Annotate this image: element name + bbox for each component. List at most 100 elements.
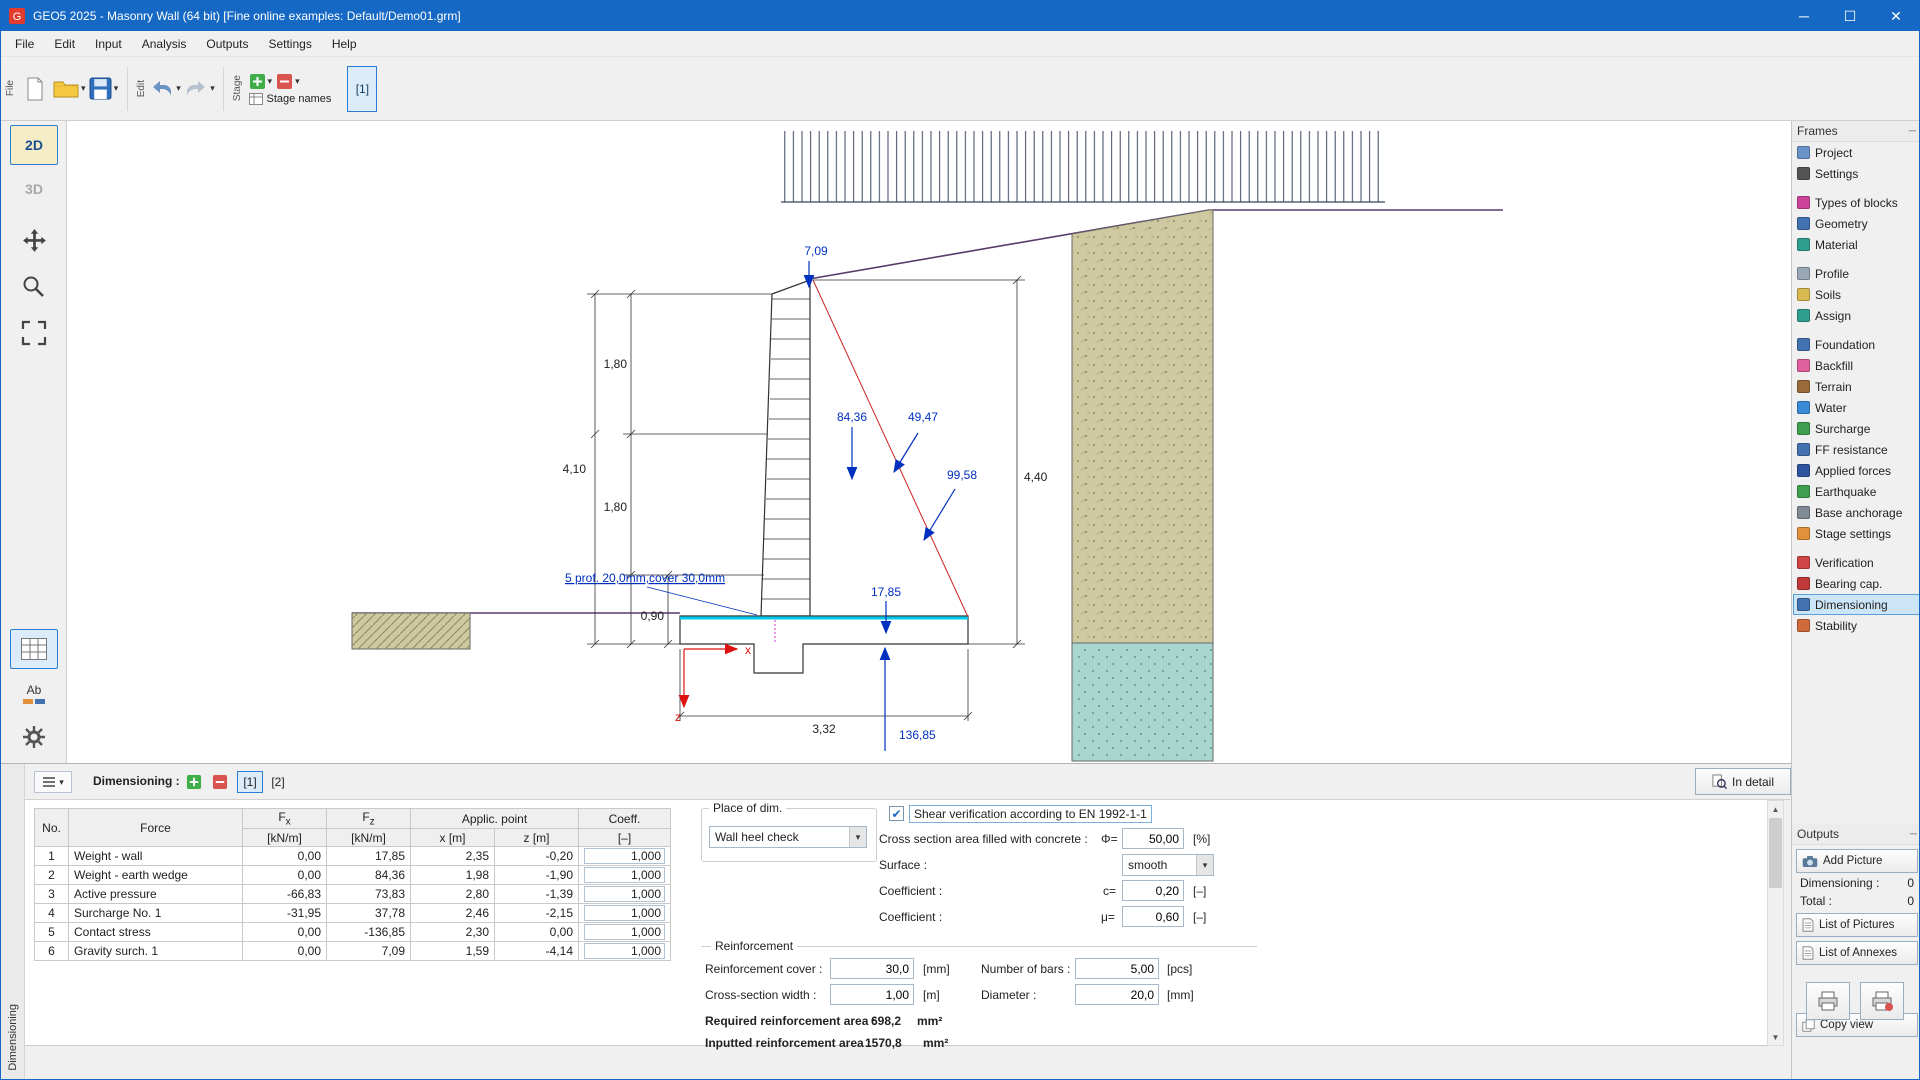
redo-dropdown-icon[interactable]: ▾ — [210, 83, 215, 94]
table-row[interactable]: 1Weight - wall0,0017,852,35-0,201,000 — [35, 847, 671, 866]
frame-item-foundation[interactable]: Foundation — [1793, 334, 1920, 355]
diameter-input[interactable] — [1075, 984, 1159, 1005]
frame-item-settings[interactable]: Settings — [1793, 163, 1920, 184]
open-dropdown-icon[interactable]: ▾ — [81, 83, 86, 94]
frames-minimize-icon[interactable]: ─ — [1909, 126, 1916, 137]
place-of-dim-select[interactable]: Wall heel check ▾ — [709, 826, 867, 848]
surface-select[interactable]: smooth ▾ — [1122, 854, 1214, 876]
remove-stage-button[interactable]: ▾ — [276, 73, 300, 90]
forces-table[interactable]: No. Force Fx Fz Applic. point Coeff. [kN… — [34, 808, 671, 961]
list-of-annexes-button[interactable]: List of Annexes — [1796, 941, 1918, 965]
drawing-area[interactable]: 4,10 1,80 1,80 0,90 4,40 3,32 7,09 84,36… — [67, 121, 1791, 763]
vertical-scrollbar[interactable]: ▲ ▼ — [1767, 800, 1784, 1046]
frame-item-earthquake[interactable]: Earthquake — [1793, 481, 1920, 502]
pan-button[interactable] — [10, 221, 58, 261]
view-2d-button[interactable]: 2D — [10, 125, 58, 165]
scroll-up-icon[interactable]: ▲ — [1768, 801, 1783, 817]
menu-edit[interactable]: Edit — [44, 33, 85, 55]
frame-item-types-of-blocks[interactable]: Types of blocks — [1793, 192, 1920, 213]
zoom-button[interactable] — [10, 267, 58, 307]
undo-dropdown-icon[interactable]: ▾ — [176, 83, 181, 94]
add-picture-button[interactable]: Add Picture — [1796, 849, 1918, 873]
mu-input[interactable] — [1122, 906, 1184, 927]
new-file-button[interactable] — [18, 69, 52, 109]
redo-button[interactable]: ▾ — [183, 69, 217, 109]
frame-item-bearing-cap[interactable]: Bearing cap. — [1793, 573, 1920, 594]
c-input[interactable] — [1122, 880, 1184, 901]
menu-outputs[interactable]: Outputs — [196, 33, 258, 55]
frame-item-stage-settings[interactable]: Stage settings — [1793, 523, 1920, 544]
menu-analysis[interactable]: Analysis — [132, 33, 197, 55]
undo-button[interactable]: ▾ — [149, 69, 183, 109]
options-button[interactable] — [10, 717, 58, 757]
annotation-button[interactable]: Ab — [10, 673, 58, 713]
frame-item-assign[interactable]: Assign — [1793, 305, 1920, 326]
open-file-button[interactable]: ▾ — [52, 69, 87, 109]
coeff-cell[interactable]: 1,000 — [584, 886, 665, 902]
in-detail-button[interactable]: In detail — [1695, 768, 1791, 795]
remove-stage-dropdown-icon[interactable]: ▾ — [295, 76, 300, 87]
scroll-down-icon[interactable]: ▼ — [1768, 1029, 1783, 1045]
coeff-cell[interactable]: 1,000 — [584, 924, 665, 940]
shear-verification-checkbox[interactable]: ✔ — [889, 806, 904, 821]
dimensioning-stage-2[interactable]: [2] — [265, 771, 291, 793]
frame-item-terrain[interactable]: Terrain — [1793, 376, 1920, 397]
add-stage-dropdown-icon[interactable]: ▾ — [268, 76, 273, 87]
coeff-cell[interactable]: 1,000 — [584, 905, 665, 921]
menu-settings[interactable]: Settings — [258, 33, 321, 55]
frame-item-verification[interactable]: Verification — [1793, 552, 1920, 573]
reinforcement-cover-input[interactable] — [830, 958, 914, 979]
scrollbar-thumb[interactable] — [1769, 818, 1782, 888]
table-row[interactable]: 6Gravity surch. 10,007,091,59-4,141,000 — [35, 942, 671, 961]
view-3d-button[interactable]: 3D — [10, 169, 58, 209]
coeff-cell[interactable]: 1,000 — [584, 848, 665, 864]
frame-item-project[interactable]: Project — [1793, 142, 1920, 163]
view-mode-button[interactable]: ▾ — [34, 771, 72, 793]
menu-help[interactable]: Help — [322, 33, 367, 55]
table-row[interactable]: 4Surcharge No. 1-31,9537,782,46-2,151,00… — [35, 904, 671, 923]
menu-file[interactable]: File — [5, 33, 44, 55]
frame-item-stability[interactable]: Stability — [1793, 615, 1920, 636]
frame-item-soils[interactable]: Soils — [1793, 284, 1920, 305]
outputs-minimize-icon[interactable]: ─ — [1910, 829, 1917, 840]
file-tab-label[interactable]: File — [5, 80, 16, 96]
frame-item-applied-forces[interactable]: Applied forces — [1793, 460, 1920, 481]
frame-item-base-anchorage[interactable]: Base anchorage — [1793, 502, 1920, 523]
minimize-icon[interactable]: ─ — [1781, 1, 1827, 31]
frame-item-material[interactable]: Material — [1793, 234, 1920, 255]
add-dimensioning-button[interactable] — [183, 771, 205, 793]
close-icon[interactable]: ✕ — [1873, 1, 1919, 31]
stage-1-button[interactable]: [1] — [347, 66, 377, 112]
stage-tab-label[interactable]: Stage — [232, 75, 243, 101]
maximize-icon[interactable]: ☐ — [1827, 1, 1873, 31]
frame-item-profile[interactable]: Profile — [1793, 263, 1920, 284]
frame-item-dimensioning[interactable]: Dimensioning — [1793, 594, 1920, 615]
frame-item-surcharge[interactable]: Surcharge — [1793, 418, 1920, 439]
add-stage-button[interactable]: ▾ — [249, 73, 273, 90]
fit-view-button[interactable] — [10, 313, 58, 353]
table-row[interactable]: 5Contact stress0,00-136,852,300,001,000 — [35, 923, 671, 942]
remove-dimensioning-button[interactable] — [209, 771, 231, 793]
print-settings-button[interactable] — [1860, 982, 1904, 1020]
table-row[interactable]: 3Active pressure-66,8373,832,80-1,391,00… — [35, 885, 671, 904]
save-dropdown-icon[interactable]: ▾ — [114, 83, 119, 94]
phi-input[interactable] — [1122, 828, 1184, 849]
coeff-cell[interactable]: 1,000 — [584, 867, 665, 883]
frame-item-water[interactable]: Water — [1793, 397, 1920, 418]
save-file-button[interactable]: ▾ — [87, 69, 121, 109]
drawing-canvas[interactable]: 4,10 1,80 1,80 0,90 4,40 3,32 7,09 84,36… — [67, 121, 1791, 763]
print-button[interactable] — [1806, 982, 1850, 1020]
coeff-cell[interactable]: 1,000 — [584, 943, 665, 959]
cross-section-width-input[interactable] — [830, 984, 914, 1005]
table-view-button[interactable] — [10, 629, 58, 669]
menu-input[interactable]: Input — [85, 33, 132, 55]
list-of-pictures-button[interactable]: List of Pictures — [1796, 913, 1918, 937]
view-mode-dropdown-icon[interactable]: ▾ — [59, 777, 64, 788]
dimensioning-stage-1[interactable]: [1] — [237, 771, 263, 793]
dimensioning-tab[interactable]: Dimensioning — [1, 764, 25, 1080]
edit-tab-label[interactable]: Edit — [136, 80, 147, 97]
table-row[interactable]: 2Weight - earth wedge0,0084,361,98-1,901… — [35, 866, 671, 885]
frame-item-backfill[interactable]: Backfill — [1793, 355, 1920, 376]
frame-item-ff-resistance[interactable]: FF resistance — [1793, 439, 1920, 460]
stage-names-button[interactable]: Stage names — [249, 93, 332, 105]
